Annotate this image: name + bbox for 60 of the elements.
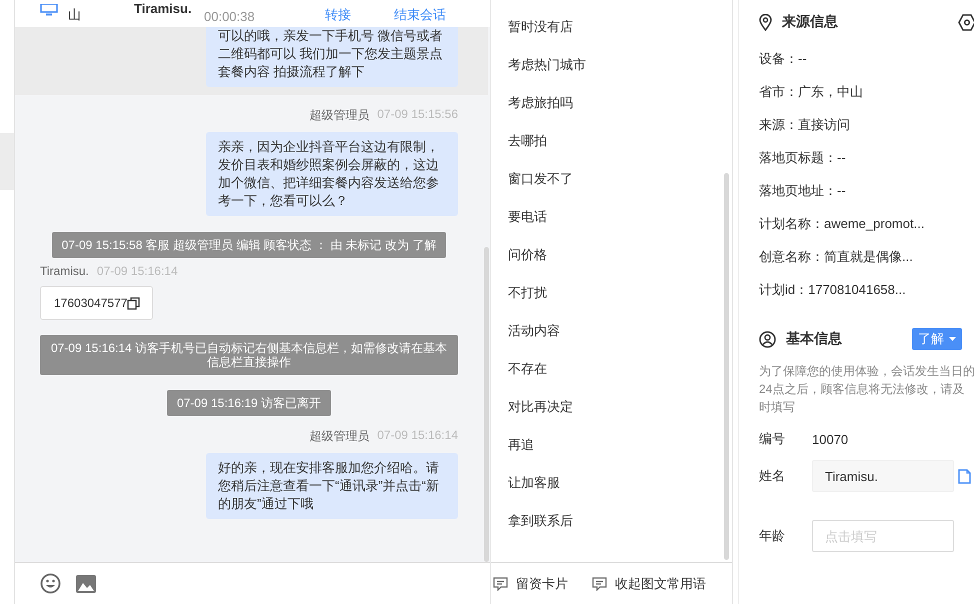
- system-notice: 07-09 15:16:14 访客手机号已自动标记右侧基本信息栏，如需修改请在基本信息栏直接操作: [40, 335, 458, 375]
- quick-reply-item[interactable]: 不打扰: [508, 274, 724, 312]
- caret-icon: [949, 337, 956, 341]
- quick-reply-item[interactable]: 对比再决定: [508, 388, 724, 426]
- system-notice: 07-09 15:16:19 访客已离开: [166, 390, 332, 416]
- visitor-name: Tiramisu.: [134, 1, 193, 16]
- user-circle-icon: [759, 330, 776, 348]
- source-info-row-text: 省市：广东，中山: [759, 83, 864, 101]
- field-label: 年龄: [759, 527, 786, 545]
- message-icon: [592, 576, 607, 590]
- sender-name: 超级管理员: [309, 428, 370, 445]
- chat-duration: 00:00:38: [204, 9, 256, 24]
- quick-reply-item[interactable]: 窗口发不了: [508, 160, 724, 198]
- message-bubble: 亲亲，因为企业抖音平台这边有限制，发价目表和婚纱照案例会屏蔽的，这边加个微信、把详细套餐内容发送给您参考一下，您看可以么？: [206, 132, 458, 216]
- input-field[interactable]: Tiramisu.: [812, 460, 954, 492]
- quick-reply-item[interactable]: 再追: [508, 426, 724, 464]
- quick-reply-item[interactable]: 考虑旅拍吗: [508, 84, 724, 122]
- field-label: 编号: [759, 430, 786, 448]
- source-info-row-text: 落地页标题：--: [759, 149, 847, 167]
- system-notice: 07-09 15:15:58 客服 超级管理员 编辑 顾客状态 ： 由 未标记 改为 了解: [52, 232, 446, 258]
- message-time: 07-09 15:16:14: [377, 428, 458, 444]
- field-value: 10070: [812, 432, 848, 446]
- image-icon[interactable]: [76, 574, 96, 592]
- quick-reply-item[interactable]: 不存在: [508, 350, 724, 388]
- source-info-row-text: 设备：--: [759, 50, 808, 68]
- settings-icon[interactable]: [958, 14, 974, 30]
- location-pin-icon: [759, 14, 772, 30]
- quick-reply-item[interactable]: 去哪拍: [508, 122, 724, 160]
- message-bubble: 好的亲，现在安排客服加您介绍哈。请您稍后注意查看一下“通讯录”并点击“新的朋友”通过下哦: [206, 453, 458, 519]
- phone-number: 17603047577: [54, 296, 128, 310]
- footer-button[interactable]: 留资卡片: [493, 574, 568, 592]
- quick-reply-item[interactable]: 拿到联系后: [508, 502, 724, 540]
- quick-reply-item[interactable]: 让加客服: [508, 464, 724, 502]
- sender-name: 超级管理员: [309, 107, 370, 124]
- source-info-row-text: 创意名称：简直就是偶像...: [759, 248, 914, 266]
- message-time: 07-09 15:16:14: [96, 264, 178, 278]
- scrollbar-thumb[interactable]: [484, 247, 489, 562]
- quick-reply-item[interactable]: 考虑热门城市: [508, 46, 724, 84]
- footer-button[interactable]: 收起图文常用语: [592, 574, 706, 592]
- scrollbar-thumb[interactable]: [724, 173, 729, 560]
- section-title: 基本信息: [786, 330, 842, 348]
- emoji-icon[interactable]: [40, 573, 61, 594]
- monitor-icon: [40, 4, 58, 16]
- quick-reply-item[interactable]: 要电话: [508, 198, 724, 236]
- section-title: 来源信息: [782, 13, 838, 31]
- source-info-row-text: 计划名称：aweme_promot...: [759, 215, 926, 233]
- source-info-row-text: 计划id：177081041658...: [759, 281, 907, 299]
- visitor-location: 山: [68, 6, 82, 24]
- source-info-row-text: 来源：直接访问: [759, 116, 851, 134]
- message-bubble: 可以的哦，亲发一下手机号 微信号或者二维码都可以 我们加一下您发主题景点套餐内容 拍摄流程了解下: [206, 27, 458, 87]
- source-info-row-text: 落地页地址：--: [759, 182, 847, 200]
- message-icon: [493, 576, 508, 590]
- message-time: 07-09 15:15:56: [377, 107, 458, 123]
- quick-reply-item[interactable]: 暂时没有店: [508, 8, 724, 46]
- quick-reply-item[interactable]: 活动内容: [508, 312, 724, 350]
- sender-name: Tiramisu.: [40, 264, 89, 278]
- quick-reply-item[interactable]: 问价格: [508, 236, 724, 274]
- copy-icon[interactable]: [127, 296, 140, 310]
- field-label: 姓名: [759, 467, 786, 485]
- notice-text: 为了保障您的使用体验，会话发生当日的24点之后，顾客信息将无法修改，请及时填写: [759, 363, 974, 416]
